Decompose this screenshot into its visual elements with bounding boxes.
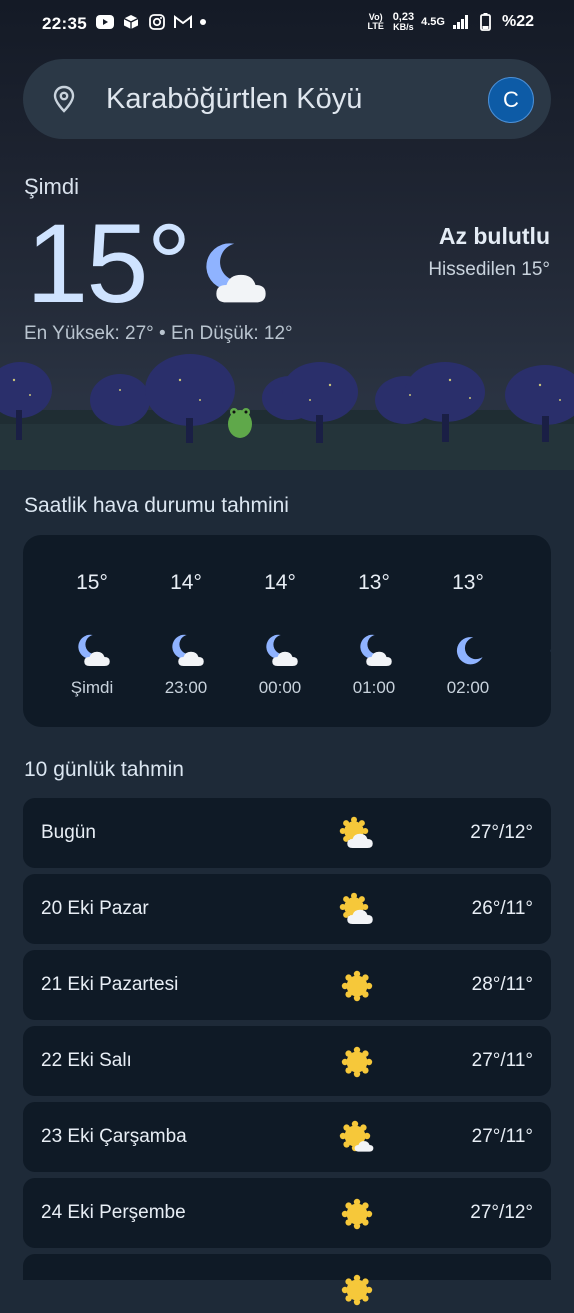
moon-cloud-icon — [74, 632, 112, 675]
notification-dot-icon — [200, 13, 206, 31]
package-icon — [122, 13, 140, 31]
night-trees-illustration — [0, 354, 574, 470]
daily-row[interactable]: Bugün 27°/12° — [23, 798, 551, 868]
daily-day: 23 Eki Çarşamba — [41, 1126, 187, 1147]
sun-small-cloud-icon — [339, 1120, 375, 1161]
moon-cloud-icon — [198, 238, 272, 317]
daily-section-title: 10 günlük tahmin — [24, 758, 184, 781]
daily-row[interactable] — [23, 1254, 551, 1306]
battery-icon — [477, 13, 495, 31]
gmail-icon — [174, 13, 192, 31]
sun-icon — [339, 1044, 375, 1085]
daily-row[interactable]: 23 Eki Çarşamba 27°/11° — [23, 1102, 551, 1172]
daily-day: 20 Eki Pazar — [41, 898, 149, 919]
signal-icon — [452, 13, 470, 31]
daily-day: 22 Eki Salı — [41, 1050, 132, 1071]
hourly-temp: 14° — [170, 571, 202, 594]
daily-temps: 27°/12° — [470, 1202, 533, 1223]
hourly-temp: 13° — [358, 571, 390, 594]
condition-text: Az bulutlu — [438, 223, 550, 249]
now-label: Şimdi — [24, 174, 80, 199]
youtube-icon — [96, 13, 114, 31]
moon-cloud-icon — [356, 632, 394, 675]
daily-temps: 27°/11° — [471, 1050, 533, 1071]
hourly-temp: 14° — [264, 571, 296, 594]
hourly-time: Şimdi — [70, 678, 114, 697]
hourly-section-title: Saatlik hava durumu tahmini — [24, 494, 289, 517]
network-type: 4.5G — [421, 16, 445, 28]
daily-day: 24 Eki Perşembe — [41, 1202, 186, 1223]
sun-cloud-icon — [339, 892, 375, 933]
daily-row[interactable]: 20 Eki Pazar 26°/11° — [23, 874, 551, 944]
current-temperature: 15° — [26, 201, 191, 326]
moon-icon — [544, 632, 551, 675]
hourly-temp: 15° — [76, 571, 108, 594]
sun-cloud-icon — [339, 816, 375, 857]
hourly-time: 23:00 — [164, 678, 208, 697]
moon-icon — [450, 632, 488, 675]
daily-day: 21 Eki Pazartesi — [41, 974, 179, 995]
instagram-icon — [148, 13, 166, 31]
daily-temps: 28°/11° — [471, 974, 533, 995]
hourly-time: 01:00 — [352, 678, 396, 697]
location-name[interactable]: Karaböğürtlen Köyü — [106, 83, 362, 116]
high-low-temperature: En Yüksek: 27° • En Düşük: 12° — [24, 323, 293, 344]
daily-temps: 27°/12° — [470, 822, 533, 843]
daily-temps: 26°/11° — [471, 898, 533, 919]
daily-row[interactable]: 24 Eki Perşembe 27°/12° — [23, 1178, 551, 1248]
battery-percentage: %22 — [501, 13, 534, 30]
frog-figure — [228, 408, 252, 438]
hourly-temp: 1 — [522, 571, 551, 595]
moon-cloud-icon — [262, 632, 300, 675]
hourly-time: 0 — [522, 678, 551, 698]
location-pin-icon — [52, 85, 76, 118]
moon-cloud-icon — [168, 632, 206, 675]
sun-icon — [339, 968, 375, 1009]
sun-icon — [339, 1196, 375, 1237]
hourly-time: 02:00 — [446, 678, 490, 697]
daily-row[interactable]: 21 Eki Pazartesi 28°/11° — [23, 950, 551, 1020]
volte-indicator: Vo) LTE — [367, 12, 384, 31]
speed-value: 0,23 — [392, 11, 415, 23]
speed-unit: KB/s — [393, 22, 414, 32]
daily-temps: 27°/11° — [471, 1126, 533, 1147]
status-bar: 22:35 Vo) LTE 0,23 KB/s 4.5G %22 — [0, 0, 574, 48]
status-time: 22:35 — [42, 14, 87, 33]
location-search-bar[interactable]: Karaböğürtlen Köyü C — [23, 59, 551, 139]
sun-icon — [339, 1272, 375, 1313]
hourly-time: 00:00 — [258, 678, 302, 697]
account-avatar[interactable]: C — [488, 77, 534, 123]
hourly-forecast-card[interactable]: 15° Şimdi 14° 23:00 14° 00:00 13° 01:00 … — [23, 535, 551, 727]
feels-like-text: Hissedilen 15° — [428, 259, 550, 280]
hourly-temp: 13° — [452, 571, 484, 594]
daily-day: Bugün — [41, 822, 96, 843]
daily-row[interactable]: 22 Eki Salı 27°/11° — [23, 1026, 551, 1096]
